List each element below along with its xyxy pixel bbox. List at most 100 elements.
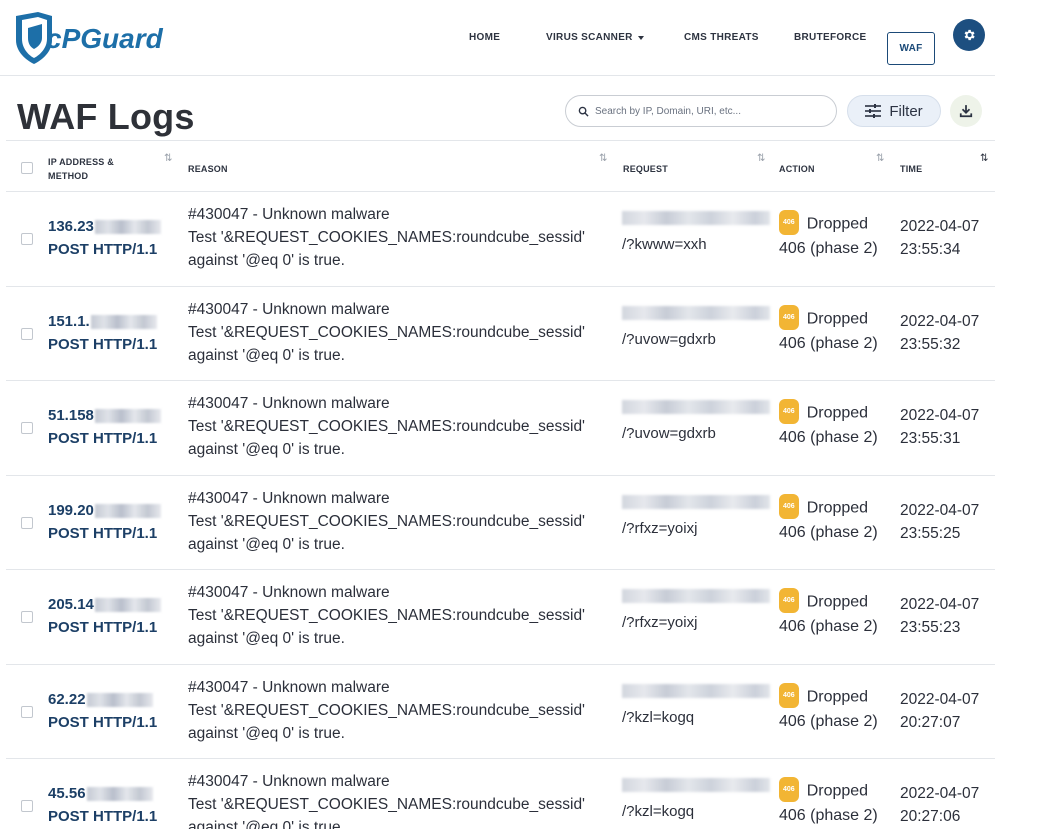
reason-cell: #430047 - Unknown malware Test '&REQUEST… bbox=[188, 392, 585, 461]
table-row[interactable]: 62.22 POST HTTP/1.1 #430047 - Unknown ma… bbox=[6, 665, 995, 759]
ip-address: 205.14 bbox=[48, 596, 94, 613]
log-date: 2022-04-07 bbox=[900, 407, 980, 424]
log-date: 2022-04-07 bbox=[900, 218, 980, 235]
nav-home[interactable]: HOME bbox=[469, 32, 500, 43]
request-cell: /?kzl=kogq bbox=[622, 683, 772, 729]
request-cell: /?kzl=kogq bbox=[622, 778, 772, 823]
filter-button[interactable]: Filter bbox=[847, 95, 941, 127]
select-all-checkbox[interactable] bbox=[21, 162, 33, 174]
redacted-domain bbox=[622, 305, 770, 320]
row-checkbox[interactable] bbox=[21, 611, 33, 623]
table-row[interactable]: 51.158 POST HTTP/1.1 #430047 - Unknown m… bbox=[6, 381, 995, 476]
row-checkbox[interactable] bbox=[21, 327, 33, 340]
row-checkbox[interactable] bbox=[21, 233, 33, 245]
column-header-ip-method[interactable]: IP ADDRESS & METHOD bbox=[48, 155, 114, 183]
status-badge: 406 bbox=[779, 493, 799, 519]
action-detail: 406 (phase 2) bbox=[779, 807, 878, 824]
log-time: 23:55:23 bbox=[900, 619, 961, 636]
download-button[interactable] bbox=[950, 95, 982, 127]
sort-icon[interactable]: ⇅ bbox=[876, 153, 884, 164]
search-icon bbox=[578, 106, 589, 117]
log-time: 20:27:07 bbox=[900, 713, 961, 731]
sort-icon[interactable]: ⇅ bbox=[599, 153, 607, 164]
table-row[interactable]: 45.56 POST HTTP/1.1 #430047 - Unknown ma… bbox=[6, 759, 995, 829]
redacted-ip bbox=[94, 220, 161, 235]
redacted-domain bbox=[622, 589, 770, 603]
action-result: Dropped bbox=[806, 215, 869, 233]
nav-virus-scanner[interactable]: VIRUS SCANNER bbox=[546, 32, 644, 43]
nav-waf[interactable]: WAF bbox=[887, 32, 935, 65]
redacted-domain bbox=[622, 683, 770, 698]
reason-result: against '@eq 0' is true. bbox=[188, 346, 345, 364]
redacted-domain bbox=[622, 778, 770, 792]
action-cell: 406 Dropped 406 (phase 2) bbox=[779, 493, 878, 544]
ip-method-cell: 45.56 POST HTTP/1.1 bbox=[48, 782, 157, 828]
table-header: IP ADDRESS & METHOD ⇅ REASON ⇅ REQUEST ⇅… bbox=[6, 140, 995, 192]
column-header-time[interactable]: TIME bbox=[900, 162, 922, 176]
ip-method-cell: 205.14 POST HTTP/1.1 bbox=[48, 593, 161, 639]
column-header-reason[interactable]: REASON bbox=[188, 162, 228, 176]
log-date: 2022-04-07 bbox=[900, 596, 980, 613]
reason-rule: #430047 - Unknown malware bbox=[188, 206, 390, 223]
search-box[interactable] bbox=[565, 95, 837, 127]
table-row[interactable]: 151.1. POST HTTP/1.1 #430047 - Unknown m… bbox=[6, 287, 995, 381]
ip-address: 136.23 bbox=[48, 218, 94, 235]
action-detail: 406 (phase 2) bbox=[779, 523, 878, 541]
reason-rule: #430047 - Unknown malware bbox=[188, 584, 390, 601]
status-badge: 406 bbox=[779, 588, 799, 613]
action-result: Dropped bbox=[806, 404, 869, 422]
nav-bruteforce[interactable]: BRUTEFORCE bbox=[794, 32, 866, 43]
status-badge: 406 bbox=[779, 210, 799, 235]
filter-label: Filter bbox=[889, 102, 923, 120]
action-cell: 406 Dropped 406 (phase 2) bbox=[779, 588, 878, 638]
reason-test: Test '&REQUEST_COOKIES_NAMES:roundcube_s… bbox=[188, 796, 586, 813]
redacted-ip bbox=[94, 598, 161, 613]
sort-icon[interactable]: ⇅ bbox=[164, 153, 172, 164]
waf-logs-table: IP ADDRESS & METHOD ⇅ REASON ⇅ REQUEST ⇅… bbox=[6, 140, 995, 829]
settings-button[interactable] bbox=[953, 19, 985, 51]
redacted-domain bbox=[622, 400, 770, 414]
row-checkbox[interactable] bbox=[21, 422, 33, 434]
ip-address: 151.1. bbox=[48, 312, 90, 330]
search-input[interactable] bbox=[595, 105, 815, 117]
redacted-domain bbox=[622, 211, 770, 225]
http-method: POST HTTP/1.1 bbox=[48, 430, 158, 447]
log-date: 2022-04-07 bbox=[900, 312, 980, 330]
reason-cell: #430047 - Unknown malware Test '&REQUEST… bbox=[188, 581, 585, 650]
time-cell: 2022-04-07 23:55:32 bbox=[900, 310, 979, 356]
reason-result: against '@eq 0' is true. bbox=[188, 819, 345, 829]
request-uri: /?uvow=gdxrb bbox=[622, 425, 716, 442]
table-row[interactable]: 136.23 POST HTTP/1.1 #430047 - Unknown m… bbox=[6, 192, 995, 287]
row-checkbox[interactable] bbox=[21, 516, 33, 529]
action-result: Dropped bbox=[806, 310, 869, 328]
table-row[interactable]: 205.14 POST HTTP/1.1 #430047 - Unknown m… bbox=[6, 570, 995, 665]
redacted-ip bbox=[94, 409, 161, 424]
ip-method-cell: 62.22 POST HTTP/1.1 bbox=[48, 688, 157, 734]
request-uri: /?kzl=kogq bbox=[622, 803, 695, 820]
reason-test: Test '&REQUEST_COOKIES_NAMES:roundcube_s… bbox=[188, 701, 586, 719]
cpguard-logo[interactable]: cPGuard bbox=[12, 10, 164, 66]
header-ip-line1: IP ADDRESS & bbox=[48, 157, 114, 167]
log-date: 2022-04-07 bbox=[900, 785, 980, 802]
sort-active-icon[interactable]: ⇅ bbox=[980, 153, 988, 164]
request-cell: /?rfxz=yoixj bbox=[622, 589, 772, 634]
row-checkbox[interactable] bbox=[21, 800, 33, 812]
row-checkbox[interactable] bbox=[21, 705, 33, 718]
column-header-request[interactable]: REQUEST bbox=[623, 162, 668, 176]
top-navigation-bar: cPGuard HOME VIRUS SCANNER CMS THREATS B… bbox=[0, 0, 995, 76]
header-ip-line2: METHOD bbox=[48, 171, 89, 181]
sort-icon[interactable]: ⇅ bbox=[757, 153, 765, 164]
reason-result: against '@eq 0' is true. bbox=[188, 724, 345, 742]
ip-method-cell: 136.23 POST HTTP/1.1 bbox=[48, 215, 161, 261]
request-cell: /?uvow=gdxrb bbox=[622, 305, 772, 351]
action-result: Dropped bbox=[806, 782, 869, 800]
column-header-action[interactable]: ACTION bbox=[779, 162, 815, 176]
http-method: POST HTTP/1.1 bbox=[48, 808, 158, 825]
nav-cms-threats[interactable]: CMS THREATS bbox=[684, 32, 759, 43]
reason-test: Test '&REQUEST_COOKIES_NAMES:roundcube_s… bbox=[188, 607, 586, 624]
reason-rule: #430047 - Unknown malware bbox=[188, 773, 390, 790]
http-method: POST HTTP/1.1 bbox=[48, 524, 158, 542]
http-method: POST HTTP/1.1 bbox=[48, 713, 158, 731]
reason-rule: #430047 - Unknown malware bbox=[188, 395, 390, 412]
table-row[interactable]: 199.20 POST HTTP/1.1 #430047 - Unknown m… bbox=[6, 476, 995, 570]
